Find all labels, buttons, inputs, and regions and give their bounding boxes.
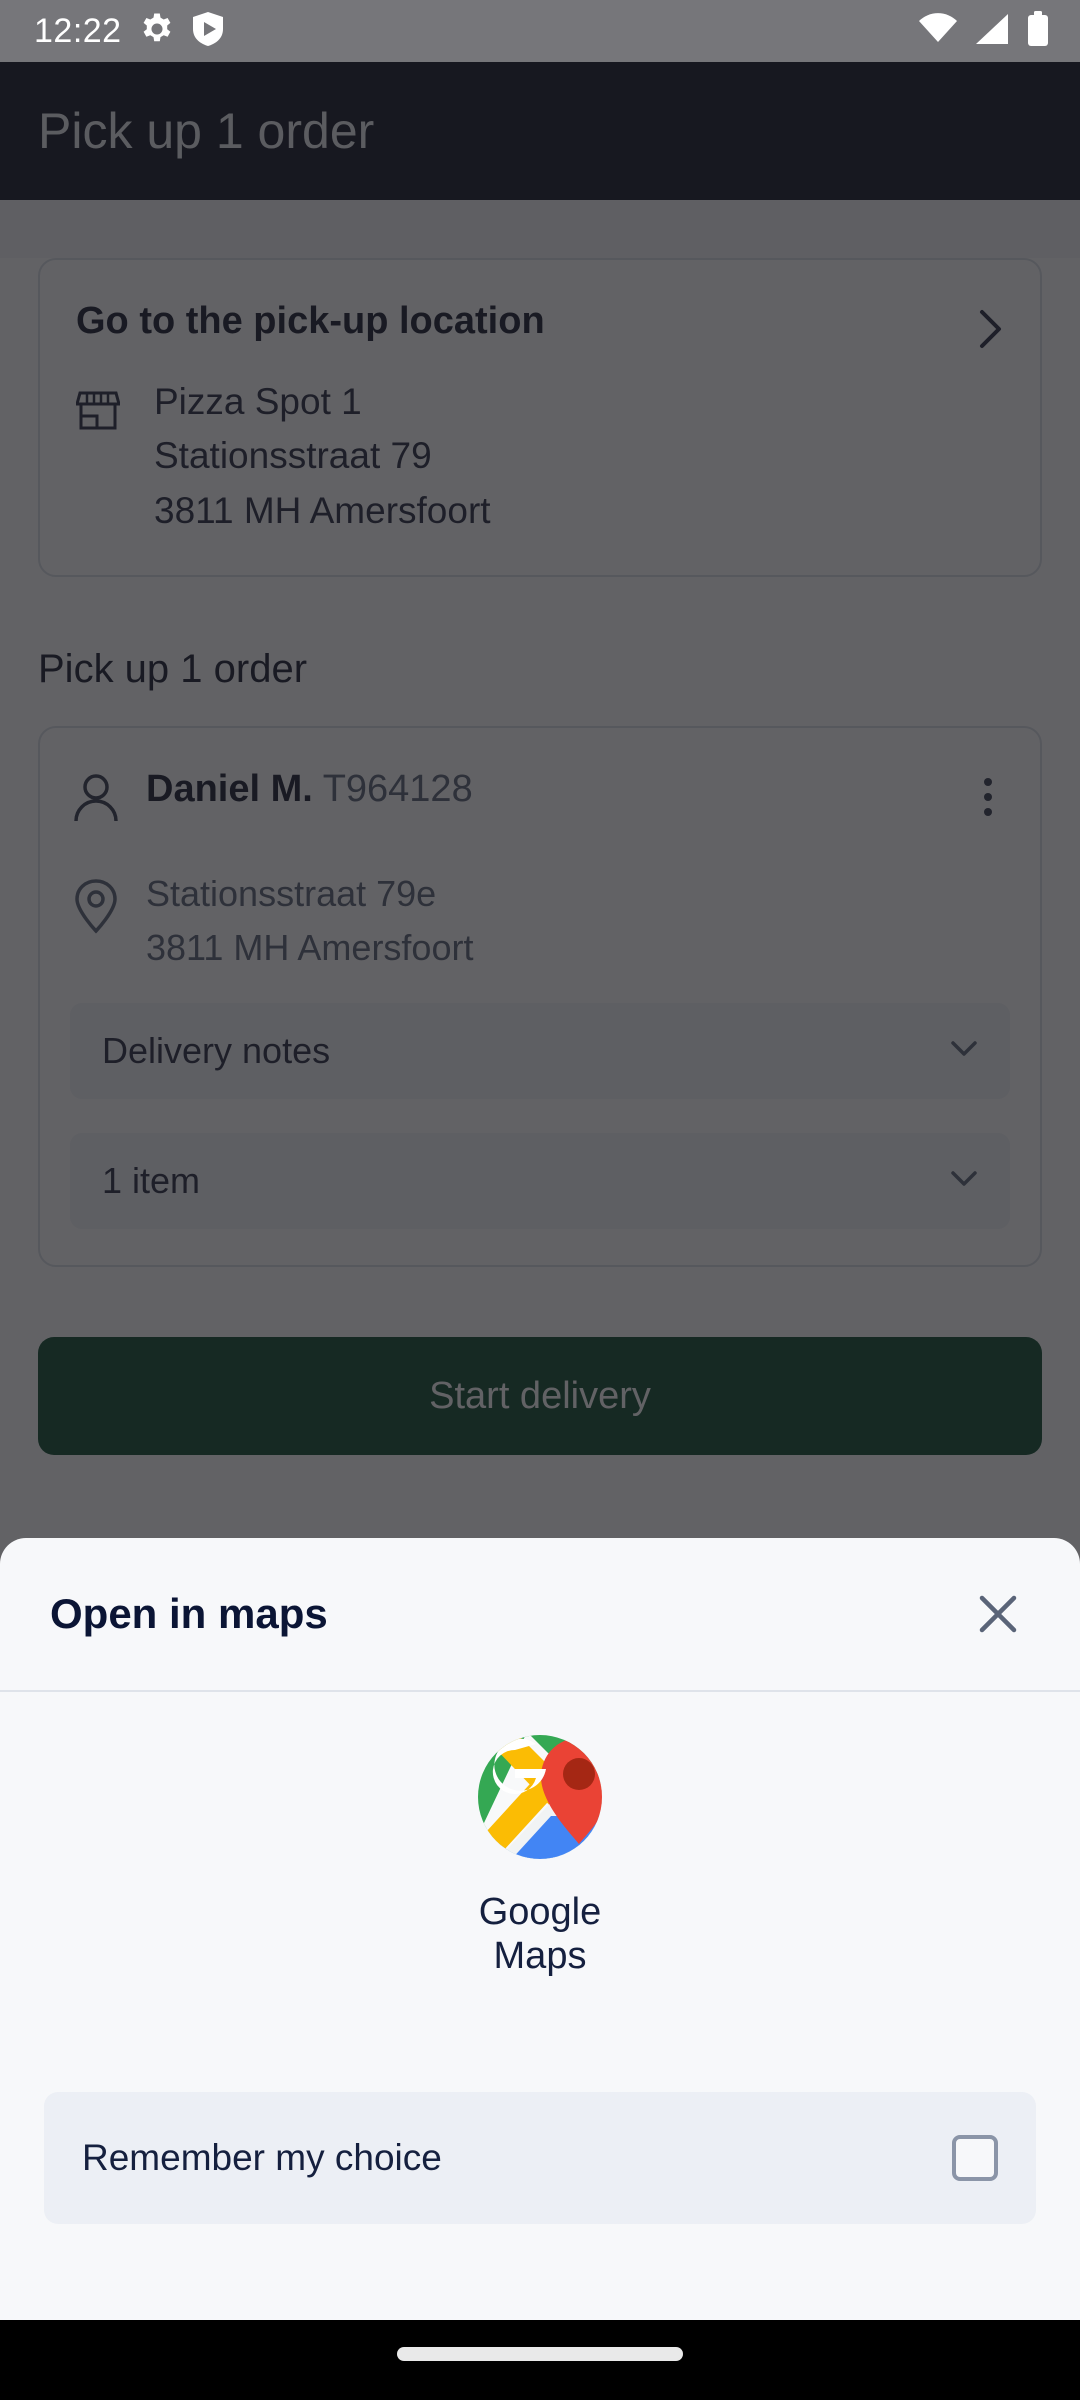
- shield-play-icon: [192, 11, 224, 52]
- status-bar-left: 12:22: [34, 11, 224, 52]
- sheet-header: Open in maps: [0, 1538, 1080, 1690]
- close-x-icon[interactable]: [966, 1582, 1030, 1646]
- remember-my-choice-row[interactable]: Remember my choice: [44, 2092, 1036, 2224]
- status-bar: 12:22: [0, 0, 1080, 62]
- system-navigation-bar: [0, 2320, 1080, 2400]
- status-bar-right: [918, 10, 1050, 52]
- app-choice-label: Google Maps: [479, 1890, 602, 1978]
- home-pill-indicator[interactable]: [397, 2347, 683, 2361]
- battery-icon: [1026, 10, 1050, 52]
- cell-signal-icon: [974, 12, 1010, 51]
- gear-icon: [140, 12, 174, 51]
- app-label-line-1: Google: [478, 1891, 602, 1933]
- app-choice-google-maps[interactable]: Google Maps: [410, 1732, 670, 1978]
- remember-my-choice-checkbox[interactable]: [952, 2135, 998, 2181]
- wifi-icon: [918, 12, 958, 51]
- google-maps-icon: [475, 1732, 605, 1862]
- maps-app-list: Google Maps: [0, 1692, 1080, 2092]
- app-label-line-2: Maps: [493, 1935, 587, 1978]
- phone-screen: Pick up 1 order Go to the pick-up locati…: [0, 0, 1080, 2400]
- open-in-maps-bottom-sheet: Open in maps Google Maps Remember my cho…: [0, 1538, 1080, 2320]
- sheet-title: Open in maps: [50, 1590, 328, 1637]
- remember-my-choice-label: Remember my choice: [82, 2137, 442, 2178]
- status-bar-clock: 12:22: [34, 11, 122, 50]
